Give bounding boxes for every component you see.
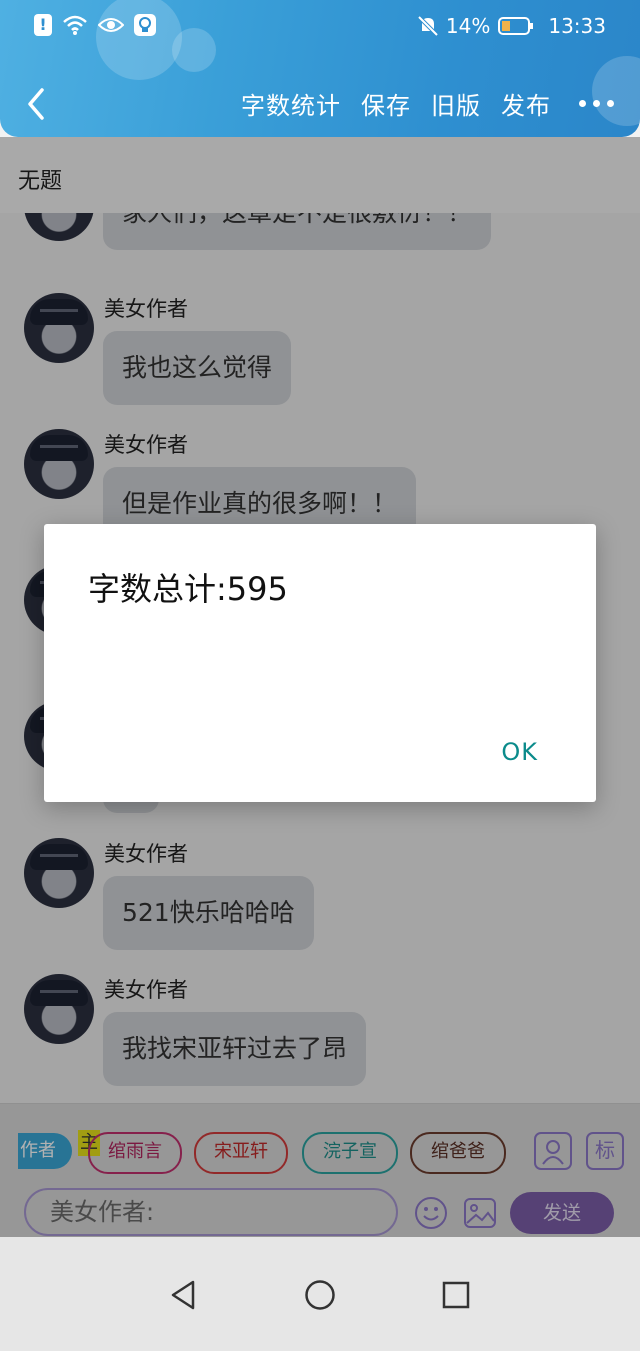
home-circle-icon[interactable] xyxy=(304,1279,336,1311)
status-bar: ! 14% 13:33 xyxy=(0,0,640,56)
back-triangle-icon[interactable] xyxy=(170,1280,196,1310)
word-count-button[interactable]: 字数统计 xyxy=(241,86,341,121)
old-version-button[interactable]: 旧版 xyxy=(431,86,481,121)
dialog-message: 字数总计:595 xyxy=(88,570,288,608)
system-navigation-bar xyxy=(0,1237,640,1351)
eye-icon xyxy=(98,18,124,32)
battery-icon xyxy=(498,17,534,35)
alert-icon: ! xyxy=(34,14,52,36)
ok-button[interactable]: OK xyxy=(501,738,538,766)
app-header: ! 14% 13:33 字数统计 保存 旧版 发布 xyxy=(0,0,640,137)
battery-percent: 14% xyxy=(445,14,491,38)
back-arrow-icon[interactable] xyxy=(22,84,52,124)
save-button[interactable]: 保存 xyxy=(361,86,411,121)
wifi-icon xyxy=(63,15,87,35)
recents-square-icon[interactable] xyxy=(442,1281,470,1309)
word-count-dialog: 字数总计:595 OK xyxy=(44,524,596,802)
more-icon[interactable] xyxy=(579,100,614,107)
mute-icon xyxy=(417,15,438,37)
publish-button[interactable]: 发布 xyxy=(501,86,551,121)
top-toolbar: 字数统计 保存 旧版 发布 xyxy=(0,76,640,132)
bulb-icon xyxy=(134,14,156,36)
status-time: 13:33 xyxy=(548,14,606,38)
